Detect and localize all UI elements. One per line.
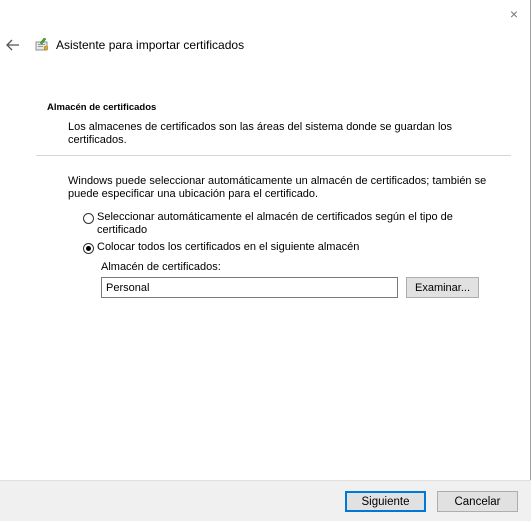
section-description: Los almacenes de certificados son las ár… (68, 121, 453, 146)
cancel-button[interactable]: Cancelar (437, 491, 518, 512)
window-title: Asistente para importar certificados (56, 38, 245, 52)
radio-button-manual[interactable] (83, 243, 94, 254)
radio-label-auto: Seleccionar automáticamente el almacén d… (97, 211, 453, 236)
radio-label-manual: Colocar todos los certificados en el sig… (97, 241, 360, 253)
divider (36, 155, 511, 156)
radio-option-auto[interactable]: Seleccionar automáticamente el almacén d… (83, 211, 457, 237)
certificate-wizard-icon (34, 36, 50, 52)
browse-button[interactable]: Examinar... (406, 277, 479, 298)
next-button[interactable]: Siguiente (345, 491, 426, 512)
radio-selected-dot (86, 246, 91, 251)
close-icon[interactable]: × (504, 4, 524, 24)
store-input[interactable] (101, 277, 398, 298)
intro-text: Windows puede seleccionar automáticament… (68, 175, 487, 200)
store-label: Almacén de certificados: (101, 261, 221, 273)
back-arrow-icon[interactable] (5, 37, 21, 53)
radio-option-manual[interactable]: Colocar todos los certificados en el sig… (83, 241, 457, 254)
section-title: Almacén de certificados (47, 102, 157, 113)
footer-bar: Siguiente Cancelar (0, 480, 531, 521)
wizard-window: × Asistente para importar certificados A… (0, 0, 531, 521)
radio-button-auto[interactable] (83, 213, 94, 224)
